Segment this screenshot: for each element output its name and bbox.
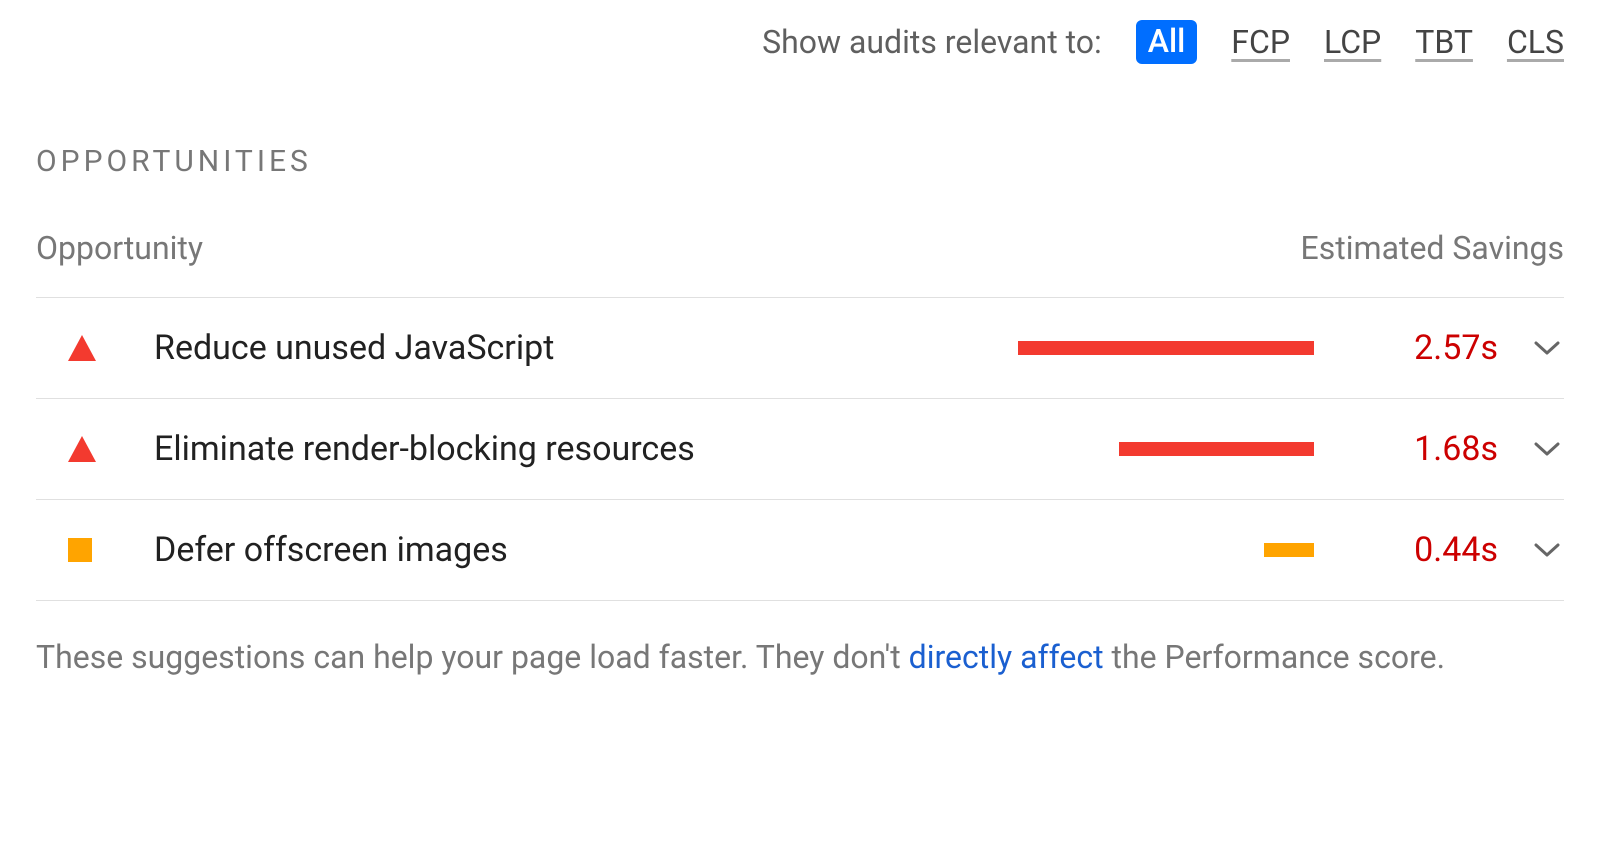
opportunity-row[interactable]: Defer offscreen images 0.44s xyxy=(36,500,1564,601)
savings-bar-wrap xyxy=(1014,442,1314,456)
audit-filter-label: Show audits relevant to: xyxy=(762,23,1102,61)
opportunity-list: Reduce unused JavaScript 2.57s Eliminate r… xyxy=(36,298,1564,601)
severity-square-icon xyxy=(36,538,106,562)
estimated-savings-value: 0.44s xyxy=(1314,530,1504,570)
severity-triangle-icon xyxy=(36,335,106,361)
filter-btn-fcp[interactable]: FCP xyxy=(1231,23,1290,61)
opportunity-title: Eliminate render-blocking resources xyxy=(106,429,1014,469)
column-header-opportunity: Opportunity xyxy=(36,229,203,267)
savings-bar xyxy=(1018,341,1314,355)
savings-bar-wrap xyxy=(1014,543,1314,557)
opportunity-title: Reduce unused JavaScript xyxy=(106,328,1014,368)
opportunity-title: Defer offscreen images xyxy=(106,530,1014,570)
filter-btn-lcp[interactable]: LCP xyxy=(1324,23,1381,61)
estimated-savings-value: 1.68s xyxy=(1314,429,1504,469)
savings-bar-wrap xyxy=(1014,341,1314,355)
severity-triangle-icon xyxy=(36,436,106,462)
savings-bar xyxy=(1264,543,1314,557)
footnote-text-post: the Performance score. xyxy=(1104,638,1445,676)
opportunity-row[interactable]: Eliminate render-blocking resources 1.68s xyxy=(36,399,1564,500)
section-heading-opportunities: OPPORTUNITIES xyxy=(36,144,1564,179)
filter-btn-all[interactable]: All xyxy=(1136,20,1198,64)
footnote-text-pre: These suggestions can help your page loa… xyxy=(36,638,909,676)
chevron-down-icon[interactable] xyxy=(1504,441,1564,457)
audit-filter-row: Show audits relevant to: All FCP LCP TBT… xyxy=(36,0,1564,94)
filter-btn-cls[interactable]: CLS xyxy=(1507,23,1564,61)
savings-bar xyxy=(1119,442,1314,456)
filter-btn-tbt[interactable]: TBT xyxy=(1415,23,1473,61)
estimated-savings-value: 2.57s xyxy=(1314,328,1504,368)
chevron-down-icon[interactable] xyxy=(1504,542,1564,558)
opportunity-table-header: Opportunity Estimated Savings xyxy=(36,229,1564,298)
chevron-down-icon[interactable] xyxy=(1504,340,1564,356)
opportunity-row[interactable]: Reduce unused JavaScript 2.57s xyxy=(36,298,1564,399)
column-header-savings: Estimated Savings xyxy=(1301,229,1564,267)
footnote-link[interactable]: directly affect xyxy=(909,638,1104,676)
opportunities-footnote: These suggestions can help your page loa… xyxy=(36,601,1564,684)
